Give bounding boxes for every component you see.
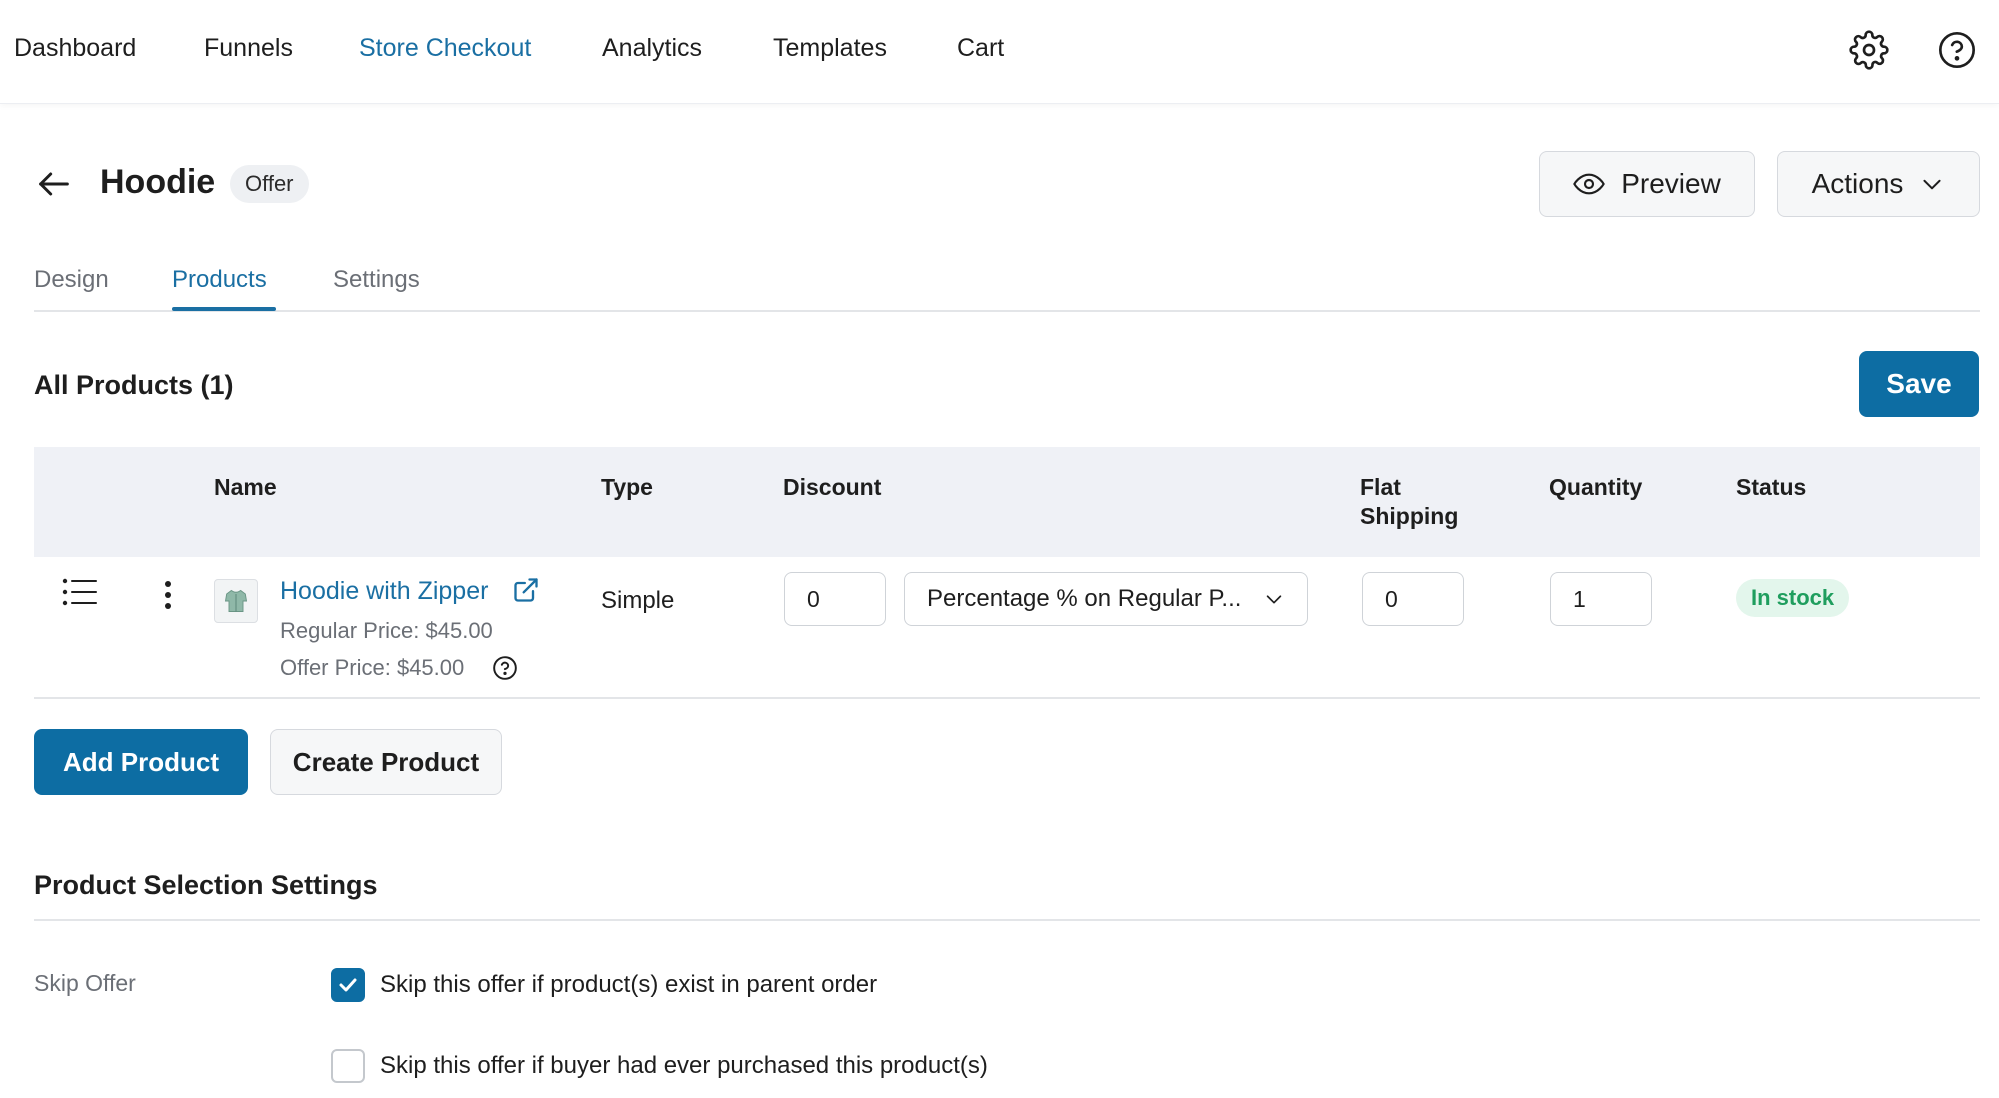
nav-item-dashboard[interactable]: Dashboard — [14, 34, 136, 63]
external-link-icon[interactable] — [512, 576, 540, 604]
regular-price: Regular Price: $45.00 — [280, 618, 493, 643]
product-selection-settings-heading: Product Selection Settings — [34, 870, 378, 900]
offer-badge: Offer — [230, 165, 309, 203]
all-products-heading: All Products (1) — [34, 370, 234, 400]
column-header-flat-shipping: Flat Shipping — [1360, 474, 1459, 529]
actions-button-label: Actions — [1811, 168, 1904, 199]
table-row: Hoodie with Zipper Regular Price: $45.00… — [34, 557, 1980, 699]
nav-item-cart[interactable]: Cart — [957, 34, 1004, 63]
skip-if-ever-purchased-checkbox[interactable] — [331, 1049, 365, 1083]
page-title: Hoodie — [100, 163, 216, 201]
chevron-down-icon — [1263, 588, 1285, 610]
add-product-button[interactable]: Add Product — [34, 729, 248, 795]
nav-item-analytics[interactable]: Analytics — [602, 34, 702, 63]
column-header-type: Type — [601, 474, 653, 500]
discount-type-select[interactable]: Percentage % on Regular P... — [904, 572, 1308, 626]
gear-icon[interactable] — [1847, 28, 1891, 72]
drag-handle-icon[interactable] — [62, 577, 98, 607]
active-tab-indicator — [172, 307, 276, 311]
column-header-status: Status — [1736, 474, 1807, 500]
section-divider — [34, 919, 1980, 921]
skip-if-ever-purchased-label[interactable]: Skip this offer if buyer had ever purcha… — [380, 1052, 988, 1080]
product-thumbnail — [214, 579, 258, 623]
nav-item-funnels[interactable]: Funnels — [204, 34, 293, 63]
eye-icon — [1573, 168, 1605, 200]
actions-dropdown-button[interactable]: Actions — [1777, 151, 1980, 217]
skip-if-in-parent-order-checkbox[interactable] — [331, 968, 365, 1002]
product-type: Simple — [601, 587, 675, 614]
chevron-down-icon — [1919, 171, 1945, 197]
help-circle-icon[interactable] — [1935, 28, 1979, 72]
products-table-header: Name Type Discount Flat Shipping Quantit… — [34, 447, 1980, 557]
status-badge: In stock — [1736, 579, 1850, 617]
offer-price: Offer Price: $45.00 — [280, 655, 465, 680]
tab-design[interactable]: Design — [34, 266, 109, 294]
nav-item-store-checkout[interactable]: Store Checkout — [359, 34, 531, 63]
create-product-button[interactable]: Create Product — [270, 729, 502, 795]
preview-button[interactable]: Preview — [1539, 151, 1755, 217]
save-button[interactable]: Save — [1859, 351, 1979, 417]
flat-shipping-input[interactable] — [1362, 572, 1464, 626]
discount-type-value: Percentage % on Regular P... — [927, 585, 1242, 612]
column-header-discount: Discount — [783, 474, 882, 500]
more-options-icon[interactable] — [162, 579, 174, 611]
nav-item-templates[interactable]: Templates — [773, 34, 887, 63]
preview-button-label: Preview — [1621, 168, 1721, 199]
product-name-link[interactable]: Hoodie with Zipper — [280, 577, 488, 606]
check-icon — [339, 978, 357, 992]
skip-offer-label: Skip Offer — [34, 970, 136, 996]
back-arrow-icon[interactable] — [34, 164, 78, 208]
top-navigation: Dashboard Funnels Store Checkout Analyti… — [0, 0, 1999, 104]
skip-if-in-parent-order-label[interactable]: Skip this offer if product(s) exist in p… — [380, 971, 877, 999]
column-header-name: Name — [214, 474, 277, 500]
tab-products[interactable]: Products — [172, 266, 267, 294]
discount-value-input[interactable] — [784, 572, 886, 626]
quantity-input[interactable] — [1550, 572, 1652, 626]
column-header-quantity: Quantity — [1549, 474, 1643, 500]
tab-bar: Design Products Settings — [34, 262, 1980, 312]
tab-settings[interactable]: Settings — [333, 266, 420, 294]
help-icon[interactable] — [492, 655, 518, 681]
